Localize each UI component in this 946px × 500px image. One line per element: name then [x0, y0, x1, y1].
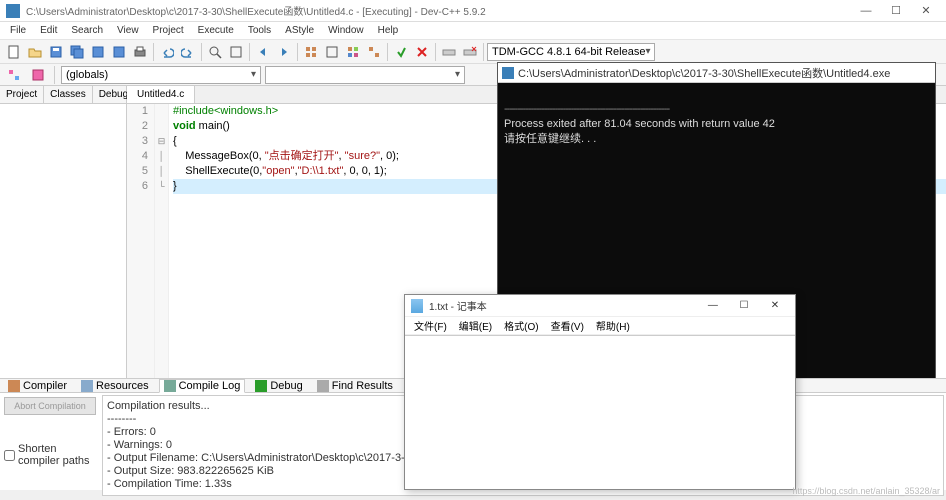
- debug-icon[interactable]: [391, 42, 411, 62]
- menu-astyle[interactable]: AStyle: [279, 25, 320, 36]
- undo-icon[interactable]: [157, 42, 177, 62]
- window-title: C:\Users\Administrator\Desktop\c\2017-3-…: [26, 3, 852, 18]
- close-button[interactable]: ✕: [912, 2, 940, 20]
- line-gutter: 123456: [127, 104, 155, 398]
- notepad-menu-help[interactable]: 帮助(H): [591, 318, 635, 333]
- console-output: ----------------------------------------…: [498, 83, 935, 151]
- menu-project[interactable]: Project: [147, 25, 190, 36]
- stop-icon[interactable]: [412, 42, 432, 62]
- tab-project[interactable]: Project: [0, 86, 44, 103]
- save-as-icon[interactable]: [88, 42, 108, 62]
- back-icon[interactable]: [253, 42, 273, 62]
- console-titlebar[interactable]: C:\Users\Administrator\Desktop\c\2017-3-…: [498, 63, 935, 83]
- menu-search[interactable]: Search: [65, 25, 109, 36]
- shorten-paths-checkbox[interactable]: Shorten compiler paths: [4, 443, 96, 467]
- tab-classes[interactable]: Classes: [44, 86, 93, 103]
- tab-resources[interactable]: Resources: [77, 380, 153, 392]
- console-title: C:\Users\Administrator\Desktop\c\2017-3-…: [518, 65, 890, 81]
- menu-tools[interactable]: Tools: [242, 25, 277, 36]
- close-file-icon[interactable]: [109, 42, 129, 62]
- save-icon[interactable]: [46, 42, 66, 62]
- forward-icon[interactable]: [274, 42, 294, 62]
- notepad-title: 1.txt - 记事本: [429, 298, 699, 313]
- save-all-icon[interactable]: [67, 42, 87, 62]
- run-icon[interactable]: [322, 42, 342, 62]
- menu-execute[interactable]: Execute: [192, 25, 240, 36]
- console-icon: [502, 67, 514, 79]
- compiler-combo[interactable]: TDM-GCC 4.8.1 64-bit Release: [487, 43, 655, 61]
- notepad-menu-edit[interactable]: 编辑(E): [454, 318, 497, 333]
- tab-debug2[interactable]: Debug: [251, 380, 306, 392]
- notepad-menu-format[interactable]: 格式(O): [499, 318, 543, 333]
- compile-icon[interactable]: [301, 42, 321, 62]
- redo-icon[interactable]: [178, 42, 198, 62]
- titlebar: C:\Users\Administrator\Desktop\c\2017-3-…: [0, 0, 946, 22]
- goto-class-icon[interactable]: [4, 65, 24, 85]
- rebuild-icon[interactable]: [364, 42, 384, 62]
- toolbar: TDM-GCC 4.8.1 64-bit Release: [0, 40, 946, 64]
- menu-view[interactable]: View: [111, 25, 145, 36]
- editor-tab[interactable]: Untitled4.c: [127, 86, 195, 103]
- profile-icon[interactable]: [439, 42, 459, 62]
- notepad-titlebar[interactable]: 1.txt - 记事本 — ☐ ✕: [405, 295, 795, 317]
- open-file-icon[interactable]: [25, 42, 45, 62]
- compile-run-icon[interactable]: [343, 42, 363, 62]
- new-file-icon[interactable]: [4, 42, 24, 62]
- notepad-menu-file[interactable]: 文件(F): [409, 318, 452, 333]
- replace-icon[interactable]: [226, 42, 246, 62]
- menu-edit[interactable]: Edit: [34, 25, 63, 36]
- menubar: File Edit Search View Project Execute To…: [0, 22, 946, 40]
- notepad-close[interactable]: ✕: [761, 297, 789, 315]
- notepad-maximize[interactable]: ☐: [730, 297, 758, 315]
- members-combo[interactable]: [265, 66, 465, 84]
- menu-file[interactable]: File: [4, 25, 32, 36]
- app-icon: [6, 4, 20, 18]
- goto-func-icon[interactable]: [28, 65, 48, 85]
- menu-help[interactable]: Help: [372, 25, 405, 36]
- notepad-menu: 文件(F) 编辑(E) 格式(O) 查看(V) 帮助(H): [405, 317, 795, 335]
- globals-combo[interactable]: (globals): [61, 66, 261, 84]
- delete-profile-icon[interactable]: [460, 42, 480, 62]
- notepad-minimize[interactable]: —: [699, 297, 727, 315]
- menu-window[interactable]: Window: [322, 25, 370, 36]
- find-icon[interactable]: [205, 42, 225, 62]
- print-icon[interactable]: [130, 42, 150, 62]
- tab-compiler[interactable]: Compiler: [4, 380, 71, 392]
- notepad-menu-view[interactable]: 查看(V): [546, 318, 589, 333]
- watermark: https://blog.csdn.net/anlain_35328/ar: [792, 486, 940, 496]
- tab-compile-log[interactable]: Compile Log: [159, 379, 246, 393]
- abort-button[interactable]: Abort Compilation: [4, 397, 96, 415]
- minimize-button[interactable]: —: [852, 2, 880, 20]
- window-controls: — ☐ ✕: [852, 2, 940, 20]
- notepad-window: 1.txt - 记事本 — ☐ ✕ 文件(F) 编辑(E) 格式(O) 查看(V…: [404, 294, 796, 490]
- maximize-button[interactable]: ☐: [882, 2, 910, 20]
- project-panel: Project Classes Debug: [0, 86, 127, 398]
- tab-find[interactable]: Find Results: [313, 380, 397, 392]
- fold-gutter: ⊟││└: [155, 104, 169, 398]
- notepad-body[interactable]: [405, 335, 795, 489]
- notepad-icon: [411, 299, 423, 313]
